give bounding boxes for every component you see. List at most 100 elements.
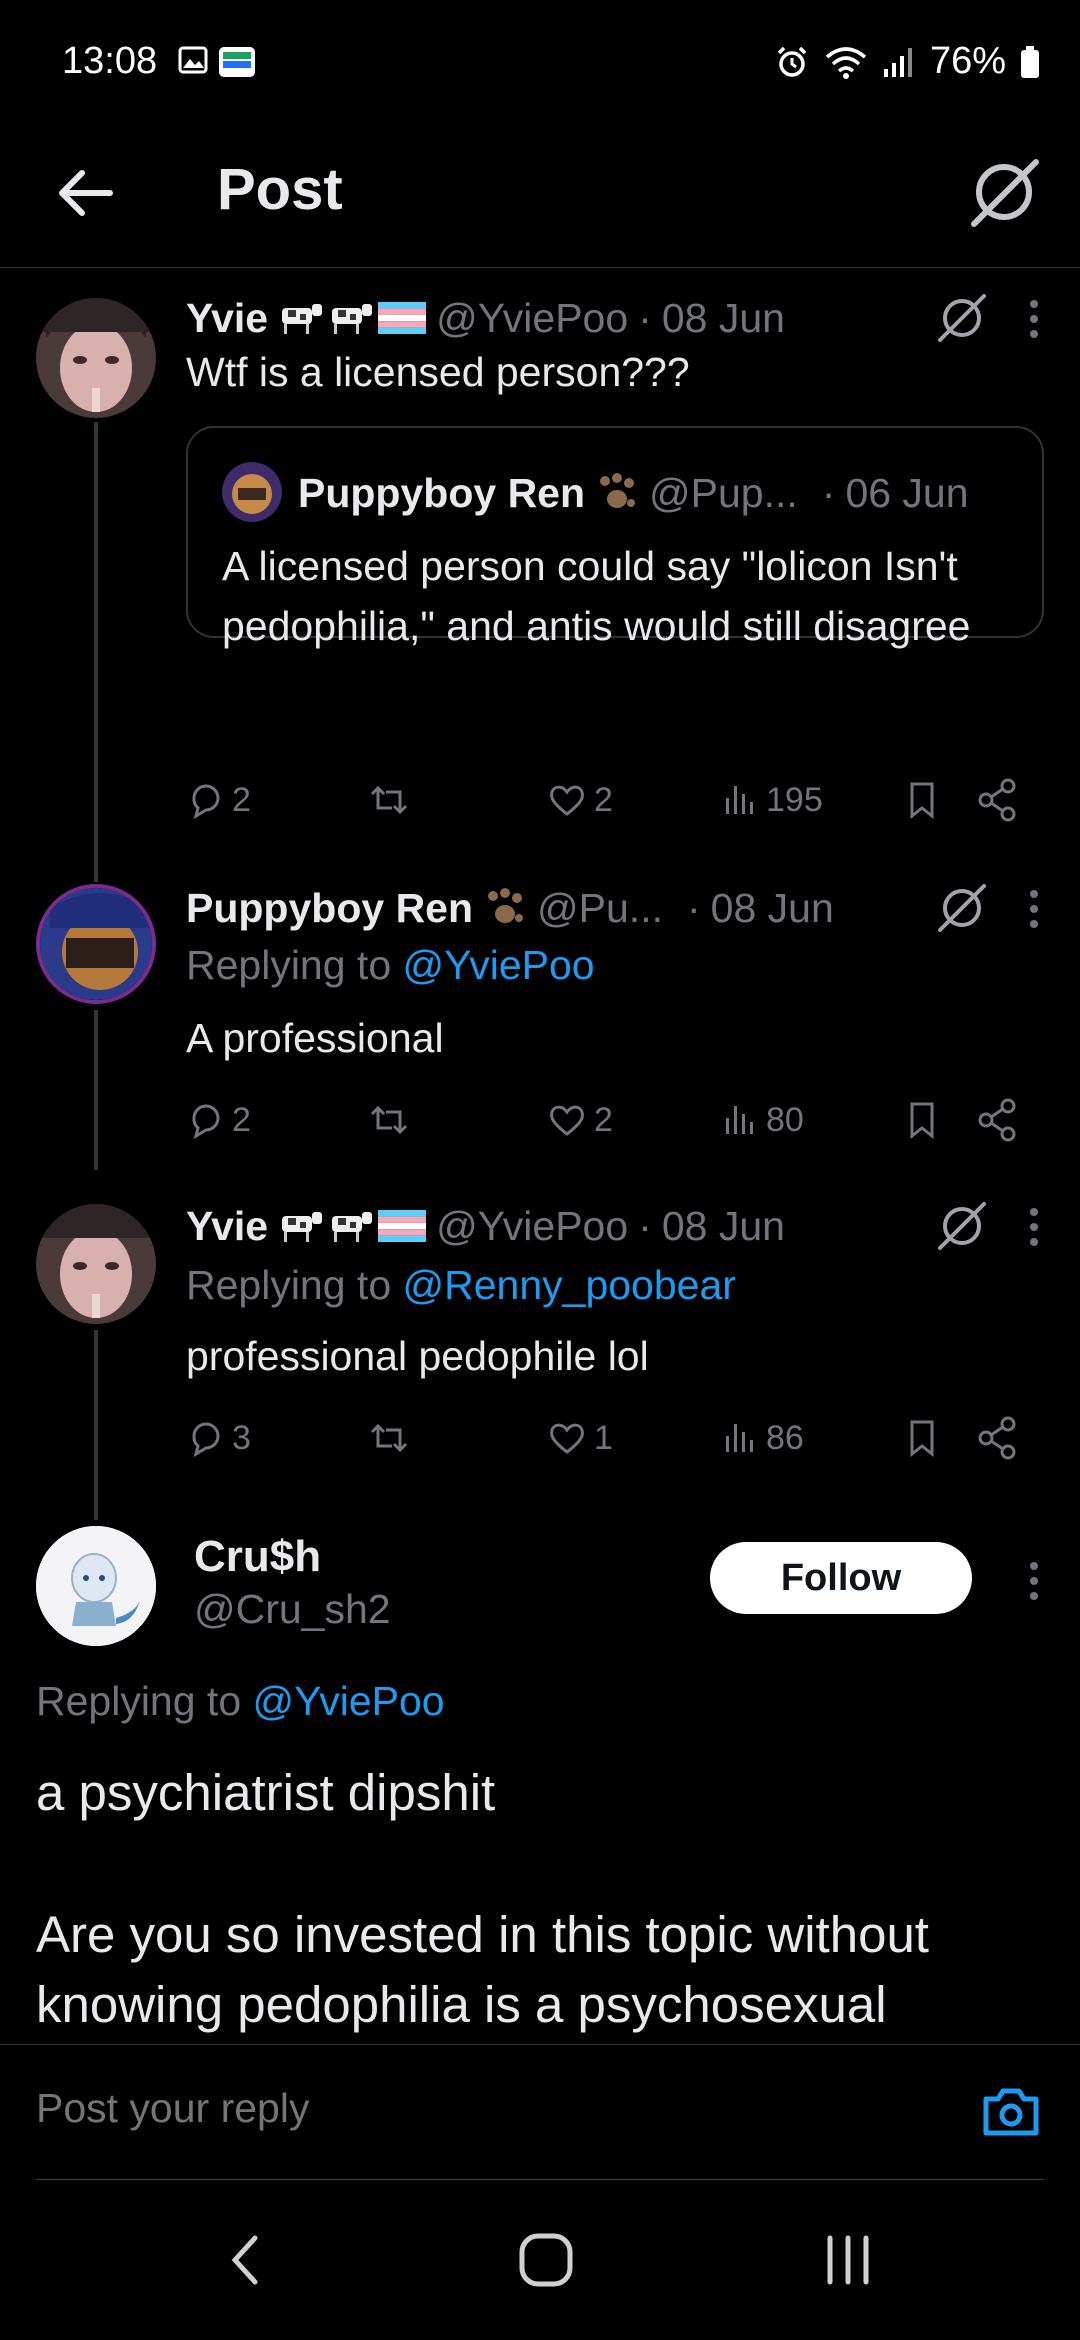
- like-button[interactable]: 1: [546, 1408, 613, 1468]
- reply-button[interactable]: 3: [186, 1408, 251, 1468]
- user-handle[interactable]: @YviePoo: [436, 1203, 628, 1250]
- thread-tweet[interactable]: Yvie @YviePoo · 08 Jun Wtf is a licensed…: [0, 290, 1080, 882]
- tweet-header: Yvie @YviePoo · 08 Jun: [186, 1198, 940, 1254]
- share-icon[interactable]: [976, 1408, 1020, 1468]
- quote-tweet[interactable]: Puppyboy Ren @Pup... · 06 Jun A licensed…: [186, 426, 1044, 649]
- display-name: Puppyboy Ren: [298, 469, 586, 516]
- bookmark-icon[interactable]: [902, 770, 942, 830]
- tweet-date[interactable]: 08 Jun: [662, 295, 785, 342]
- separator: ·: [638, 294, 652, 341]
- replying-to: Replying to @YviePoo: [186, 942, 595, 989]
- recents-icon: [827, 2235, 869, 2285]
- grok-icon[interactable]: [934, 290, 990, 346]
- post-text-line: a psychiatrist dipshit: [36, 1764, 496, 1821]
- signal-icon: [883, 47, 912, 77]
- alarm-icon: [777, 46, 807, 77]
- grok-icon[interactable]: [934, 1198, 990, 1254]
- user-handle[interactable]: @YviePoo: [436, 295, 628, 342]
- name-emoji: [278, 300, 427, 336]
- tweet-text: A professional: [186, 1015, 444, 1061]
- tweet-date[interactable]: 08 Jun: [711, 885, 834, 932]
- display-name[interactable]: Puppyboy Ren: [186, 885, 473, 932]
- post-text-line: knowing pedophilia is a psychosexual: [36, 1976, 887, 2033]
- more-icon[interactable]: [1022, 1556, 1046, 1606]
- nav-home-button[interactable]: [506, 2220, 586, 2300]
- user-handle[interactable]: @Pu...: [537, 885, 663, 932]
- reply-count: 2: [232, 1100, 251, 1139]
- name-emoji: [278, 1208, 427, 1244]
- trans-flag-icon: [378, 1210, 427, 1242]
- tweet-actions: 3 1 86: [186, 1408, 1046, 1468]
- views-count: 86: [766, 1418, 804, 1457]
- share-icon[interactable]: [976, 1090, 1020, 1150]
- thread-tweet[interactable]: Puppyboy Ren @Pu... · 08 Jun Replying to…: [0, 880, 1080, 1170]
- user-handle: @Pup...: [649, 469, 798, 516]
- avatar[interactable]: [36, 298, 156, 418]
- bookmark-icon[interactable]: [902, 1090, 942, 1150]
- bookmark-icon[interactable]: [902, 1408, 942, 1468]
- quote-header: Puppyboy Ren @Pup... · 06 Jun: [298, 462, 1012, 524]
- nav-back-button[interactable]: [205, 2220, 285, 2300]
- reply-icon: [192, 1104, 220, 1140]
- views-count: 195: [766, 780, 823, 819]
- views-button[interactable]: 195: [722, 770, 823, 830]
- repost-icon: [370, 1423, 408, 1453]
- avatar: [222, 462, 282, 522]
- nav-recents-button[interactable]: [808, 2220, 888, 2300]
- camera-icon[interactable]: [978, 2079, 1044, 2145]
- cow-emoji-icon: [282, 1212, 323, 1242]
- avatar[interactable]: [36, 1526, 156, 1646]
- wifi-icon: [825, 46, 867, 79]
- more-icon[interactable]: [1022, 1202, 1046, 1252]
- display-name[interactable]: Yvie: [186, 1203, 268, 1250]
- reply-button[interactable]: 2: [186, 1090, 251, 1150]
- page-title: Post: [217, 157, 343, 222]
- views-button[interactable]: 86: [722, 1408, 804, 1468]
- follow-button[interactable]: Follow: [710, 1542, 972, 1614]
- reply-input[interactable]: [36, 2085, 836, 2132]
- like-button[interactable]: 2: [546, 770, 613, 830]
- mention-link[interactable]: @YviePoo: [403, 942, 595, 988]
- replying-to: Replying to @YviePoo: [36, 1678, 445, 1725]
- user-handle[interactable]: @Cru_sh2: [194, 1586, 391, 1633]
- battery-percent: 76%: [929, 40, 1006, 82]
- back-arrow-icon[interactable]: [50, 158, 120, 228]
- quote-text: A licensed person could say "lolicon Isn…: [222, 543, 971, 649]
- mention-link[interactable]: @YviePoo: [253, 1678, 445, 1724]
- more-icon[interactable]: [1022, 294, 1046, 344]
- grok-icon[interactable]: [964, 152, 1044, 232]
- repost-button[interactable]: [366, 770, 412, 830]
- repost-icon: [370, 1105, 408, 1135]
- share-icon[interactable]: [976, 770, 1020, 830]
- more-icon[interactable]: [1022, 884, 1046, 934]
- home-square-icon: [519, 2233, 573, 2287]
- reply-count: 3: [232, 1418, 251, 1457]
- grok-icon[interactable]: [934, 880, 990, 936]
- display-name[interactable]: Yvie: [186, 295, 268, 342]
- repost-button[interactable]: [366, 1408, 412, 1468]
- display-name[interactable]: Cru$h: [194, 1532, 321, 1582]
- tweet-text: professional pedophile lol: [186, 1333, 649, 1379]
- app-notification-icon: [219, 47, 255, 77]
- reply-count: 2: [232, 780, 251, 819]
- gallery-icon: [178, 46, 208, 74]
- post-text-line: Are you so invested in this topic withou…: [36, 1906, 929, 1963]
- tweet-actions: 2 2 195: [186, 770, 1046, 830]
- repost-button[interactable]: [366, 1090, 412, 1150]
- views-button[interactable]: 80: [722, 1090, 804, 1150]
- thread-tweet[interactable]: Yvie @YviePoo · 08 Jun Replying to @Renn…: [0, 1198, 1080, 1520]
- like-icon: [550, 785, 584, 816]
- battery-icon: [1021, 45, 1039, 78]
- reply-button[interactable]: 2: [186, 770, 251, 830]
- paw-emoji-icon: [488, 888, 524, 923]
- avatar[interactable]: [36, 884, 156, 1004]
- mention-link[interactable]: @Renny_poobear: [403, 1262, 736, 1308]
- system-nav-bar: [0, 2180, 1080, 2340]
- like-button[interactable]: 2: [546, 1090, 613, 1150]
- tweet-date[interactable]: 08 Jun: [662, 1203, 785, 1250]
- like-icon: [550, 1423, 584, 1454]
- tweet-date: 06 Jun: [845, 469, 969, 516]
- reply-icon: [192, 784, 220, 820]
- separator: ·: [821, 469, 836, 516]
- avatar[interactable]: [36, 1204, 156, 1324]
